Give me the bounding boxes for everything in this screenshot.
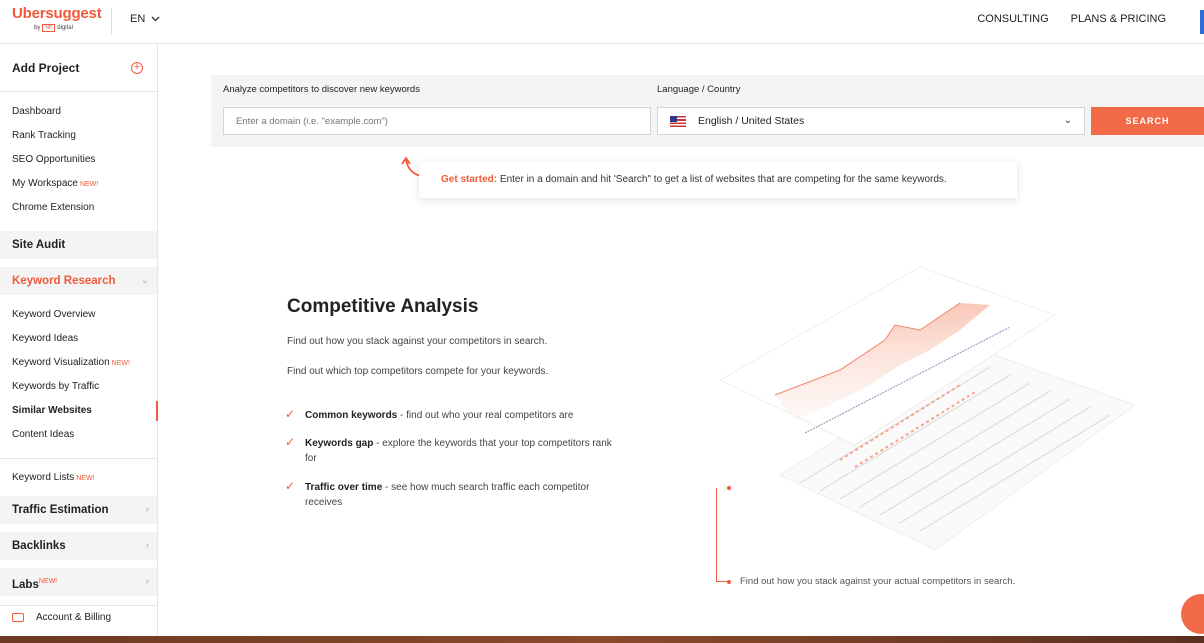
sidebar: Add Project + Dashboard Rank Tracking SE… [0,44,158,643]
new-badge: NEW! [38,578,58,585]
sidebar-item-label: Account & Billing [36,612,112,623]
add-project-row[interactable]: Add Project + [0,44,157,92]
sidebar-item-label: Keyword Ideas [12,333,79,344]
top-right-accent [1200,10,1204,34]
feature-traffic-over-time: ✓ Traffic over time - see how much searc… [285,479,615,510]
new-badge: NEW! [111,360,130,367]
chevron-down-icon: ⌄ [140,275,149,286]
caption-connector [716,488,730,582]
feature-title: Keywords gap [305,438,374,449]
sidebar-item-label: Keyword Visualization [12,357,110,368]
check-icon: ✓ [285,435,296,449]
ubersuggest-logo[interactable]: Ubersuggest by NP digital [12,5,102,32]
connector-dot [727,486,731,490]
sidebar-item-label: Keyword Lists [12,472,75,483]
sidebar-item-label: Keyword Overview [12,309,96,320]
chevron-down-icon [151,16,160,22]
add-project-label: Add Project [12,60,80,75]
sidebar-item-rank-tracking[interactable]: Rank Tracking [0,124,157,148]
top-bar: Ubersuggest by NP digital EN CONSULTING … [0,0,1204,44]
sidebar-item-similar-websites[interactable]: Similar Websites [0,399,158,423]
get-started-hint: Get started: Enter in a domain and hit '… [419,162,1017,198]
connector-dot [727,580,731,584]
hint-text: Enter in a domain and hit 'Search" to ge… [497,174,947,185]
check-icon: ✓ [285,479,296,493]
sidebar-group-label: Traffic Estimation [12,504,109,516]
sidebar-item-account-billing[interactable]: Account & Billing [0,606,157,630]
sidebar-group-label: Site Audit [12,239,66,251]
sidebar-group-label: Labs [12,578,39,591]
sidebar-item-keyword-overview[interactable]: Keyword Overview [0,303,157,327]
chevron-down-icon: ⌄ [1063,115,1072,126]
sidebar-group-keyword-research[interactable]: Keyword Research ⌄ [0,267,157,295]
illustration-caption: Find out how you stack against your actu… [740,576,1016,587]
sidebar-item-label: Dashboard [12,106,61,117]
sidebar-item-label: Chrome Extension [12,202,95,213]
sidebar-item-label: Rank Tracking [12,130,76,141]
bottom-edge [0,636,1204,643]
intro-text-2: Find out which top competitors compete f… [287,366,549,377]
search-panel: Analyze competitors to discover new keyw… [211,75,1204,147]
sidebar-group-label: Backlinks [12,540,66,552]
sidebar-item-label: Similar Websites [12,405,92,416]
us-flag-icon [670,116,686,127]
language-selector[interactable]: EN [130,13,160,25]
header-divider [111,8,112,35]
language-country-value: English / United States [698,115,805,127]
intro-text-1: Find out how you stack against your comp… [287,336,548,347]
sidebar-item-keyword-ideas[interactable]: Keyword Ideas [0,327,157,351]
logo-by: by [34,25,41,31]
feature-keywords-gap: ✓ Keywords gap - explore the keywords th… [285,435,615,466]
top-nav: CONSULTING PLANS & PRICING [977,13,1166,25]
language-label: EN [130,13,146,25]
competitive-analysis-illustration [718,266,1137,551]
hint-lead: Get started: [441,174,498,185]
sidebar-item-label: SEO Opportunities [12,154,96,165]
sidebar-item-my-workspace[interactable]: My Workspace NEW! [0,172,157,196]
sidebar-item-keyword-lists[interactable]: Keyword Lists NEW! [0,466,157,490]
domain-input[interactable] [223,107,651,135]
new-badge: NEW! [79,181,99,188]
sidebar-item-keyword-visualization[interactable]: Keyword Visualization NEW! [0,351,157,375]
logo-digital: digital [57,25,73,31]
feature-title: Common keywords [305,410,398,421]
new-badge: NEW! [76,475,95,482]
chat-button[interactable] [1181,594,1204,634]
credit-card-icon [12,612,24,622]
sidebar-group-backlinks[interactable]: Backlinks › [0,532,157,560]
feature-text: - find out who your real competitors are [397,410,574,421]
sidebar-item-seo-opportunities[interactable]: SEO Opportunities [0,148,157,172]
chevron-right-icon: › [145,576,149,587]
sidebar-group-labs[interactable]: LabsNEW! › [0,568,157,596]
sidebar-item-keywords-by-traffic[interactable]: Keywords by Traffic [0,375,157,399]
nav-plans-pricing[interactable]: PLANS & PRICING [1071,13,1166,25]
nav-consulting[interactable]: CONSULTING [977,13,1048,25]
language-country-select[interactable]: English / United States ⌄ [657,107,1085,135]
logo-np: NP [42,24,56,32]
sidebar-item-label: Keywords by Traffic [12,381,100,392]
language-country-label: Language / Country [657,84,741,95]
sidebar-group-traffic-estimation[interactable]: Traffic Estimation › [0,496,157,524]
sidebar-group-site-audit[interactable]: Site Audit [0,231,157,259]
logo-text: Ubersuggest [12,5,102,22]
logo-byline: by NP digital [34,24,102,32]
chevron-right-icon: › [145,504,149,515]
domain-label: Analyze competitors to discover new keyw… [223,84,420,95]
sidebar-group-label: Keyword Research [12,275,116,287]
feature-title: Traffic over time [305,482,383,493]
check-icon: ✓ [285,407,296,421]
search-button[interactable]: SEARCH [1091,107,1204,135]
sidebar-item-label: My Workspace [12,178,78,189]
chevron-right-icon: › [145,540,149,551]
sidebar-item-label: Content Ideas [12,429,75,440]
sidebar-item-content-ideas[interactable]: Content Ideas [0,423,157,447]
page-title: Competitive Analysis [287,296,479,317]
sidebar-item-chrome-extension[interactable]: Chrome Extension [0,196,157,220]
feature-common-keywords: ✓ Common keywords - find out who your re… [285,407,615,423]
add-circle-icon[interactable]: + [131,61,143,74]
sidebar-item-dashboard[interactable]: Dashboard [0,100,157,124]
